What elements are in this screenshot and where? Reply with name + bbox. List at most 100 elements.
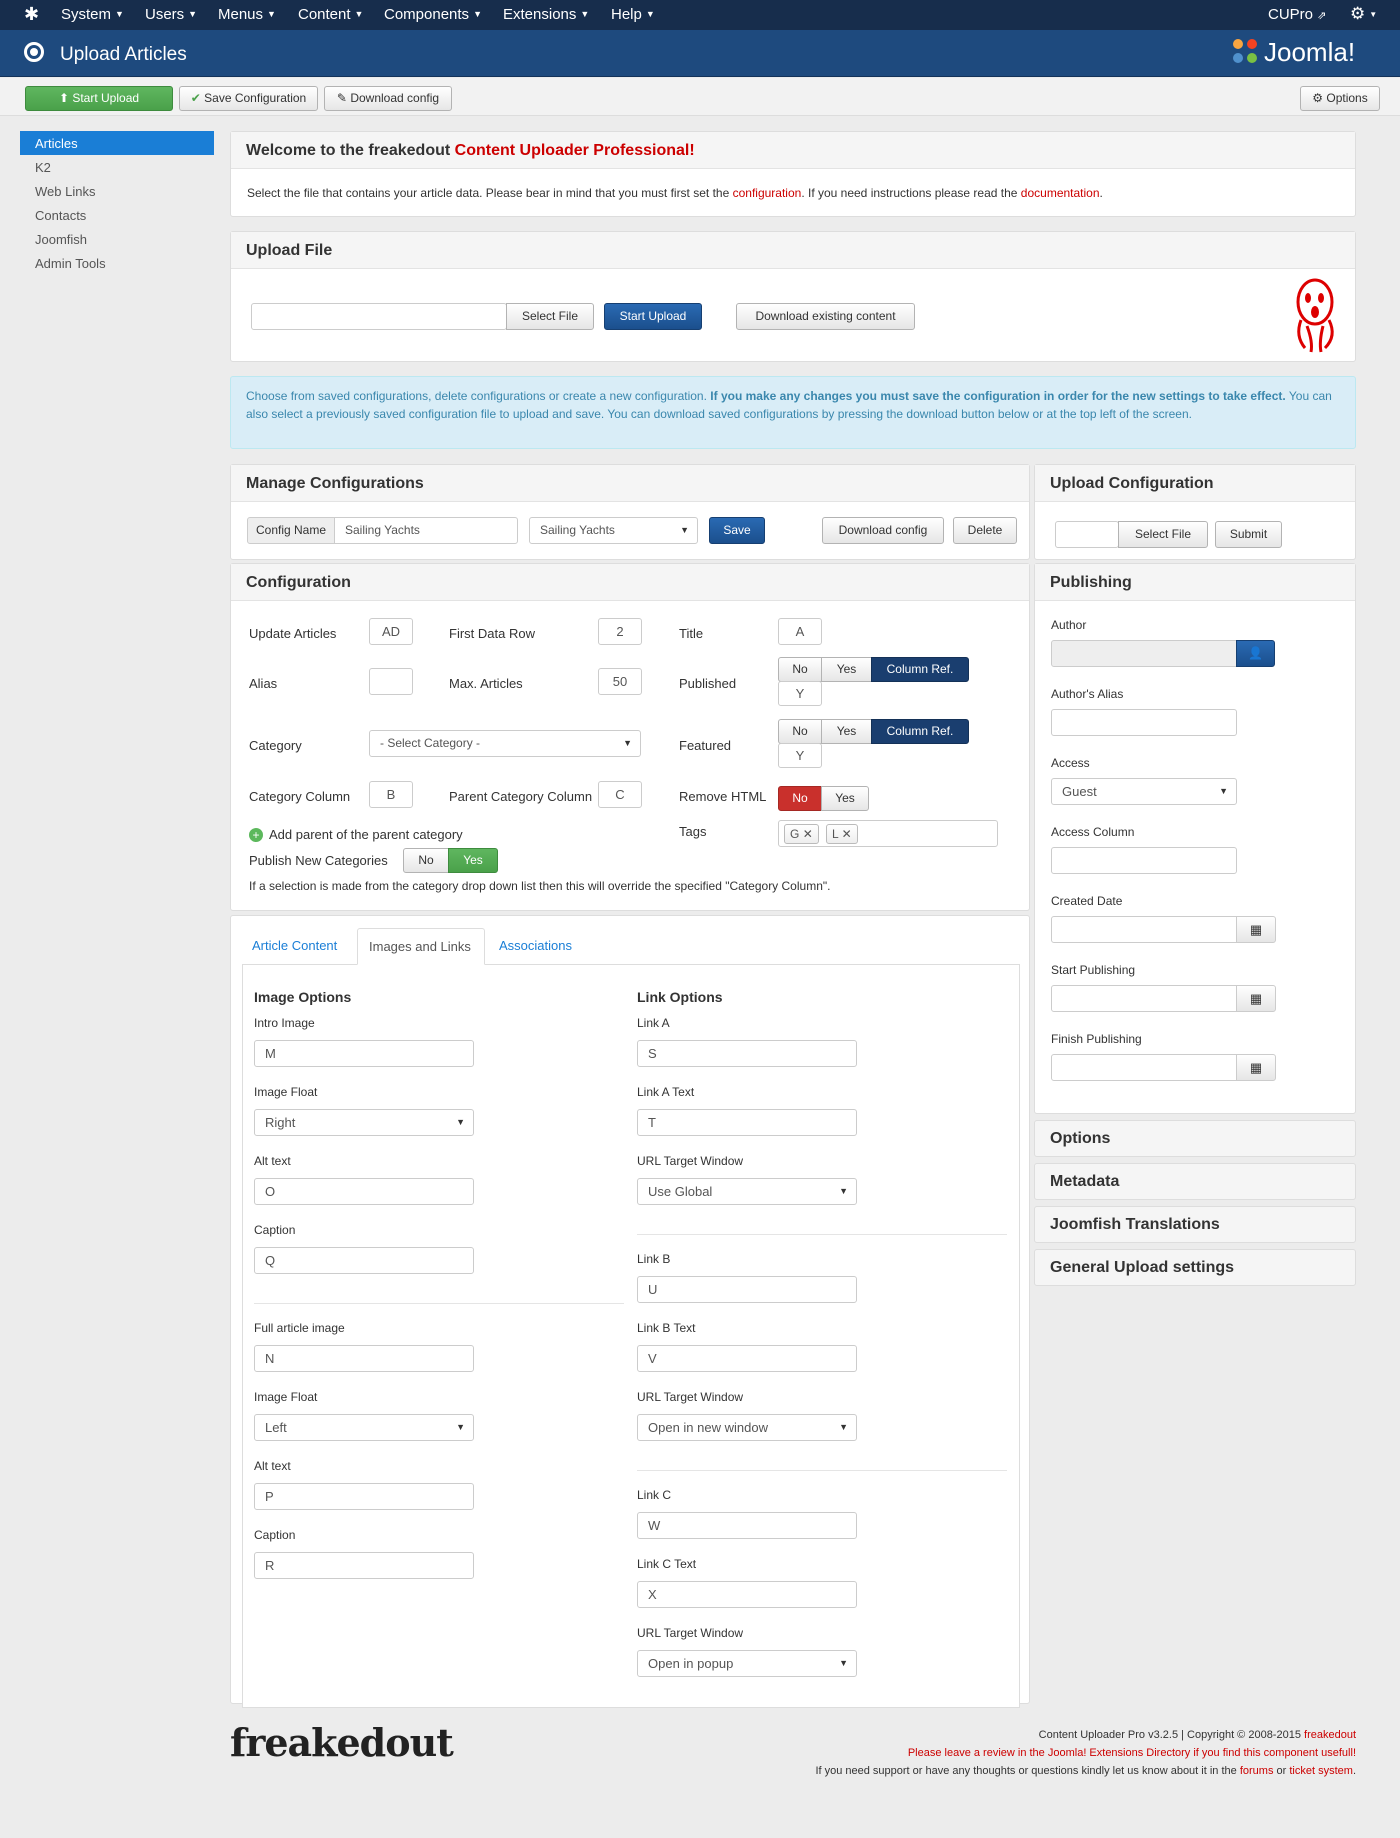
start-upload-file-button[interactable]: Start Upload bbox=[604, 303, 702, 330]
gear-icon[interactable]: ⚙ ▼ bbox=[1350, 4, 1377, 24]
upload-icon: ⬆ bbox=[58, 91, 69, 105]
category-select[interactable]: - Select Category - ▼ bbox=[369, 730, 641, 757]
ticket-system-link[interactable]: ticket system bbox=[1289, 1765, 1353, 1777]
start-upload-button[interactable]: ⬆ Start Upload bbox=[25, 86, 173, 111]
intro-caption-input[interactable]: Q bbox=[254, 1247, 474, 1274]
intro-float-select[interactable]: Right ▼ bbox=[254, 1109, 474, 1136]
menu-content[interactable]: Content ▼ bbox=[298, 6, 363, 23]
published-column-ref-button[interactable]: Column Ref. bbox=[871, 657, 969, 682]
link-c-target-select[interactable]: Open in popup ▼ bbox=[637, 1650, 857, 1677]
full-float-select[interactable]: Left ▼ bbox=[254, 1414, 474, 1441]
config-select[interactable]: Sailing Yachts ▼ bbox=[529, 517, 698, 544]
documentation-link[interactable]: documentation bbox=[1021, 186, 1100, 200]
full-alt-input[interactable]: P bbox=[254, 1483, 474, 1510]
download-existing-button[interactable]: Download existing content bbox=[736, 303, 915, 330]
sidebar-item-joomfish[interactable]: Joomfish bbox=[20, 227, 214, 251]
submit-config-button[interactable]: Submit bbox=[1215, 521, 1282, 548]
intro-alt-input[interactable]: O bbox=[254, 1178, 474, 1205]
link-a-target-select[interactable]: Use Global ▼ bbox=[637, 1178, 857, 1205]
close-icon[interactable]: ✕ bbox=[803, 827, 813, 841]
link-a-text-input[interactable]: T bbox=[637, 1109, 857, 1136]
configuration-link[interactable]: configuration bbox=[733, 186, 802, 200]
title-column-input[interactable]: A bbox=[778, 618, 822, 645]
calendar-icon[interactable]: ▦ bbox=[1236, 985, 1276, 1012]
access-column-input[interactable] bbox=[1051, 847, 1237, 874]
alias-input[interactable] bbox=[369, 668, 413, 695]
close-icon[interactable]: ✕ bbox=[842, 827, 852, 841]
sidebar-item-articles[interactable]: Articles bbox=[20, 131, 214, 155]
finish-publishing-input[interactable] bbox=[1051, 1054, 1237, 1081]
author-input[interactable] bbox=[1051, 640, 1237, 667]
remove-html-yes-button[interactable]: Yes bbox=[821, 786, 869, 811]
published-no-button[interactable]: No bbox=[778, 657, 822, 682]
category-column-input[interactable]: B bbox=[369, 781, 413, 808]
menu-components[interactable]: Components ▼ bbox=[384, 6, 482, 23]
save-configuration-button[interactable]: ✔ Save Configuration bbox=[179, 86, 318, 111]
select-config-file-button[interactable]: Select File bbox=[1118, 521, 1208, 548]
tags-input[interactable]: G ✕ L ✕ bbox=[778, 820, 998, 847]
freakedout-link[interactable]: freakedout bbox=[1304, 1729, 1356, 1741]
download-config-manage-button[interactable]: Download config bbox=[822, 517, 944, 544]
calendar-icon[interactable]: ▦ bbox=[1236, 1054, 1276, 1081]
info-alert: Choose from saved configurations, delete… bbox=[230, 376, 1356, 449]
start-publishing-input[interactable] bbox=[1051, 985, 1237, 1012]
options-button[interactable]: ⚙ Options bbox=[1300, 86, 1380, 111]
download-config-button[interactable]: ✎ Download config bbox=[324, 86, 452, 111]
featured-column-input[interactable]: Y bbox=[778, 743, 822, 768]
authors-alias-input[interactable] bbox=[1051, 709, 1237, 736]
general-upload-settings-accordion[interactable]: General Upload settings bbox=[1034, 1249, 1356, 1286]
add-parent-category-link[interactable]: Add parent of the parent category bbox=[269, 827, 463, 842]
publish-new-categories-no-button[interactable]: No bbox=[403, 848, 449, 873]
intro-image-input[interactable]: M bbox=[254, 1040, 474, 1067]
access-select[interactable]: Guest ▼ bbox=[1051, 778, 1237, 805]
publish-new-categories-yes-button[interactable]: Yes bbox=[448, 848, 498, 873]
sidebar-item-contacts[interactable]: Contacts bbox=[20, 203, 214, 227]
created-date-input[interactable] bbox=[1051, 916, 1237, 943]
link-a-input[interactable]: S bbox=[637, 1040, 857, 1067]
link-b-input[interactable]: U bbox=[637, 1276, 857, 1303]
tab-associations[interactable]: Associations bbox=[486, 928, 585, 964]
save-config-button[interactable]: Save bbox=[709, 517, 765, 544]
featured-no-button[interactable]: No bbox=[778, 719, 822, 744]
metadata-accordion[interactable]: Metadata bbox=[1034, 1163, 1356, 1200]
link-c-text-input[interactable]: X bbox=[637, 1581, 857, 1608]
menu-users[interactable]: Users ▼ bbox=[145, 6, 197, 23]
sidebar-item-admin-tools[interactable]: Admin Tools bbox=[20, 251, 214, 275]
first-data-row-input[interactable]: 2 bbox=[598, 618, 642, 645]
config-file-input[interactable] bbox=[1055, 521, 1119, 548]
link-b-target-select[interactable]: Open in new window ▼ bbox=[637, 1414, 857, 1441]
featured-column-ref-button[interactable]: Column Ref. bbox=[871, 719, 969, 744]
forums-link[interactable]: forums bbox=[1240, 1765, 1274, 1777]
published-yes-button[interactable]: Yes bbox=[821, 657, 872, 682]
link-b-text-input[interactable]: V bbox=[637, 1345, 857, 1372]
menu-help[interactable]: Help ▼ bbox=[611, 6, 655, 23]
delete-config-button[interactable]: Delete bbox=[953, 517, 1017, 544]
joomfish-translations-accordion[interactable]: Joomfish Translations bbox=[1034, 1206, 1356, 1243]
published-column-input[interactable]: Y bbox=[778, 681, 822, 706]
calendar-icon[interactable]: ▦ bbox=[1236, 916, 1276, 943]
joomla-icon[interactable]: ✱ bbox=[24, 4, 39, 25]
remove-html-no-button[interactable]: No bbox=[778, 786, 822, 811]
tab-images-and-links[interactable]: Images and Links bbox=[357, 928, 485, 965]
full-caption-input[interactable]: R bbox=[254, 1552, 474, 1579]
menu-menus[interactable]: Menus ▼ bbox=[218, 6, 276, 23]
featured-yes-button[interactable]: Yes bbox=[821, 719, 872, 744]
select-author-button[interactable]: 👤 bbox=[1236, 640, 1275, 667]
update-articles-input[interactable]: AD bbox=[369, 618, 413, 645]
user-link[interactable]: CUPro ⇗ bbox=[1268, 6, 1326, 23]
link-c-input[interactable]: W bbox=[637, 1512, 857, 1539]
add-icon[interactable]: + bbox=[249, 828, 263, 842]
options-accordion[interactable]: Options bbox=[1034, 1120, 1356, 1157]
file-path-input[interactable] bbox=[251, 303, 507, 330]
parent-category-column-input[interactable]: C bbox=[598, 781, 642, 808]
full-image-input[interactable]: N bbox=[254, 1345, 474, 1372]
menu-system[interactable]: System ▼ bbox=[61, 6, 124, 23]
sidebar-item-web-links[interactable]: Web Links bbox=[20, 179, 214, 203]
sidebar-item-k2[interactable]: K2 bbox=[20, 155, 214, 179]
tab-article-content[interactable]: Article Content bbox=[239, 928, 350, 964]
max-articles-input[interactable]: 50 bbox=[598, 668, 642, 695]
menu-extensions[interactable]: Extensions ▼ bbox=[503, 6, 589, 23]
footer-review-link[interactable]: Please leave a review in the Joomla! Ext… bbox=[908, 1747, 1356, 1759]
select-file-button[interactable]: Select File bbox=[506, 303, 594, 330]
config-name-input[interactable]: Sailing Yachts bbox=[334, 517, 518, 544]
